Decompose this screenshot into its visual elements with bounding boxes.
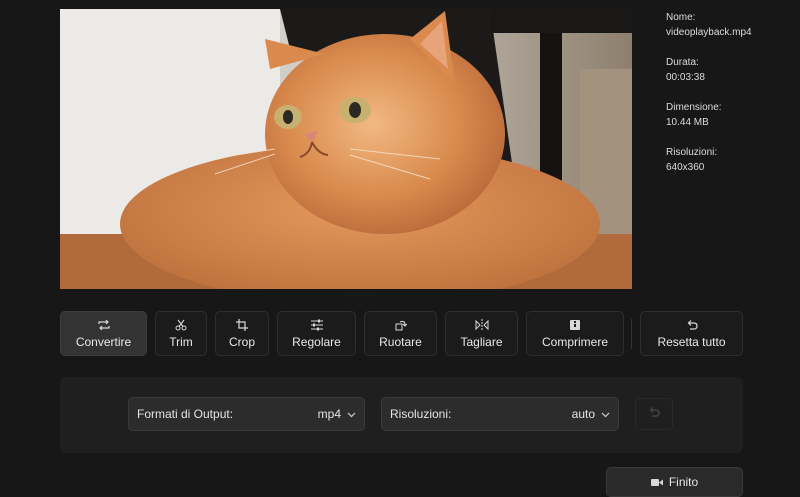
- name-value: videoplayback.mp4: [666, 27, 752, 38]
- trim-label: Trim: [169, 335, 193, 349]
- edit-toolbar: Convertire Trim Crop Regolare Ruotare Ta…: [60, 311, 744, 358]
- undo-icon: [686, 318, 698, 332]
- crop-icon: [236, 318, 248, 332]
- sliders-icon: [310, 318, 323, 332]
- resolution-select[interactable]: Risoluzioni: auto: [381, 397, 619, 431]
- size-label: Dimensione:: [666, 102, 722, 113]
- resolution-select-value: auto: [571, 407, 595, 421]
- finish-button[interactable]: Finito: [606, 467, 743, 497]
- output-format-label: Formati di Output:: [137, 407, 234, 421]
- output-settings-panel: Formati di Output: mp4 Risoluzioni: auto: [60, 377, 743, 453]
- cut-label: Tagliare: [460, 335, 503, 349]
- cat-video-frame: [60, 9, 632, 289]
- resolution-value: 640x360: [666, 162, 705, 173]
- rotate-label: Ruotare: [379, 335, 422, 349]
- adjust-button[interactable]: Regolare: [277, 311, 356, 356]
- cut-button[interactable]: Tagliare: [445, 311, 518, 356]
- reset-all-button[interactable]: Resetta tutto: [640, 311, 743, 356]
- resolution-label: Risoluzioni:: [666, 147, 718, 158]
- video-preview[interactable]: [60, 9, 632, 289]
- crop-label: Crop: [228, 335, 255, 349]
- finish-label: Finito: [668, 475, 699, 489]
- output-format-value: mp4: [317, 407, 341, 421]
- compress-icon: [569, 318, 581, 332]
- chevron-down-icon: [347, 407, 356, 421]
- duration-value: 00:03:38: [666, 72, 705, 83]
- undo-settings-button[interactable]: [635, 398, 673, 430]
- trim-button[interactable]: Trim: [155, 311, 207, 356]
- scissors-icon: [175, 318, 187, 332]
- video-camera-icon: [650, 478, 663, 487]
- chevron-down-icon: [601, 407, 610, 421]
- convert-button[interactable]: Convertire: [60, 311, 147, 356]
- undo-icon: [648, 405, 660, 423]
- reset-all-label: Resetta tutto: [657, 335, 726, 349]
- toolbar-divider: [631, 319, 632, 349]
- output-format-select[interactable]: Formati di Output: mp4: [128, 397, 365, 431]
- name-label: Nome:: [666, 12, 696, 23]
- crop-button[interactable]: Crop: [215, 311, 269, 356]
- file-info-panel: Nome: videoplayback.mp4 Durata: 00:03:38…: [666, 10, 796, 190]
- split-icon: [475, 318, 489, 332]
- size-value: 10.44 MB: [666, 117, 709, 128]
- convert-label: Convertire: [75, 335, 132, 349]
- rotate-icon: [395, 318, 407, 332]
- adjust-label: Regolare: [292, 335, 341, 349]
- compress-button[interactable]: Comprimere: [526, 311, 624, 356]
- resolution-select-label: Risoluzioni:: [390, 407, 452, 421]
- rotate-button[interactable]: Ruotare: [364, 311, 437, 356]
- compress-label: Comprimere: [541, 335, 608, 349]
- repeat-icon: [97, 318, 111, 332]
- duration-label: Durata:: [666, 57, 699, 68]
